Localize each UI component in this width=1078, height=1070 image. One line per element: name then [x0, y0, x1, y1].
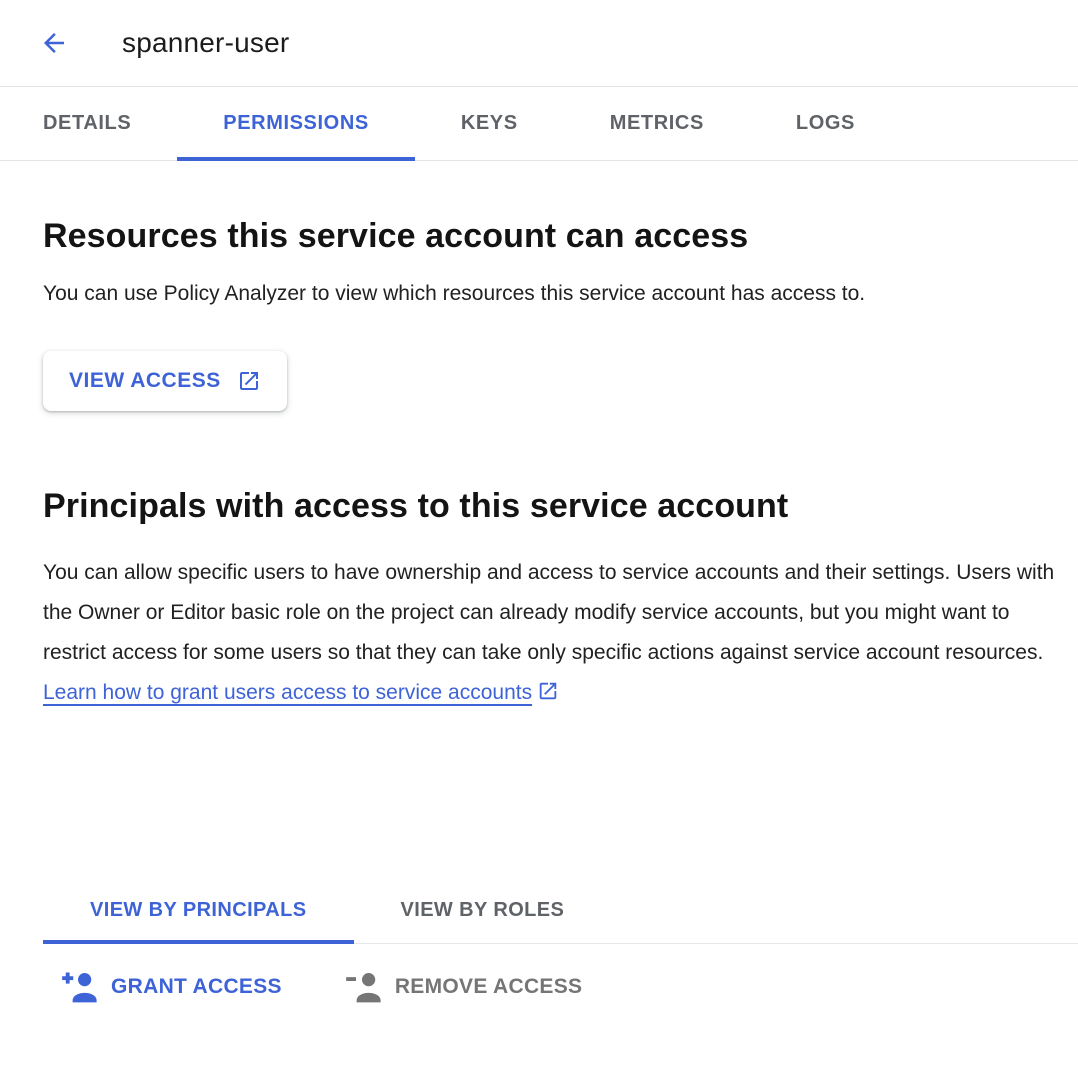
- principals-description: You can allow specific users to have own…: [43, 553, 1064, 713]
- principals-description-text: You can allow specific users to have own…: [43, 561, 1054, 664]
- open-in-new-icon: [532, 681, 559, 704]
- view-access-button[interactable]: VIEW ACCESS: [43, 351, 287, 411]
- learn-grant-access-link[interactable]: Learn how to grant users access to servi…: [43, 681, 532, 704]
- person-add-icon: [60, 970, 100, 1004]
- subtab-view-by-roles[interactable]: VIEW BY ROLES: [354, 877, 612, 943]
- main-tab-bar: DETAILS PERMISSIONS KEYS METRICS LOGS: [0, 86, 1078, 161]
- principals-section: Principals with access to this service a…: [43, 487, 1064, 713]
- grant-access-button[interactable]: GRANT ACCESS: [60, 970, 282, 1004]
- grant-access-label: GRANT ACCESS: [111, 975, 282, 999]
- resources-section: Resources this service account can acces…: [43, 217, 1064, 411]
- page-title: spanner-user: [122, 27, 289, 59]
- tab-permissions-label: PERMISSIONS: [223, 112, 369, 135]
- tab-keys[interactable]: KEYS: [415, 87, 564, 160]
- tab-permissions[interactable]: PERMISSIONS: [177, 87, 415, 160]
- subtab-view-by-roles-label: VIEW BY ROLES: [401, 899, 565, 922]
- tab-keys-label: KEYS: [461, 112, 518, 135]
- back-button[interactable]: [38, 27, 70, 59]
- subtab-view-by-principals[interactable]: VIEW BY PRINCIPALS: [43, 877, 354, 943]
- view-access-row: VIEW ACCESS: [43, 351, 1064, 411]
- resources-description: You can use Policy Analyzer to view whic…: [43, 281, 1064, 307]
- tab-metrics[interactable]: METRICS: [564, 87, 750, 160]
- remove-access-button[interactable]: REMOVE ACCESS: [344, 970, 583, 1004]
- tab-details[interactable]: DETAILS: [0, 87, 177, 160]
- page-header: spanner-user: [0, 0, 1078, 86]
- resources-heading: Resources this service account can acces…: [43, 217, 1064, 255]
- tab-details-label: DETAILS: [43, 112, 131, 135]
- main-content: Resources this service account can acces…: [0, 217, 1078, 1004]
- subtab-view-by-principals-label: VIEW BY PRINCIPALS: [90, 899, 307, 922]
- view-access-label: VIEW ACCESS: [69, 369, 221, 393]
- open-in-new-icon: [237, 369, 261, 393]
- back-arrow-icon: [39, 28, 69, 58]
- principals-heading: Principals with access to this service a…: [43, 487, 1064, 525]
- person-remove-icon: [344, 970, 384, 1004]
- tab-logs-label: LOGS: [796, 112, 855, 135]
- remove-access-label: REMOVE ACCESS: [395, 975, 583, 999]
- view-mode-tab-bar: VIEW BY PRINCIPALS VIEW BY ROLES: [43, 877, 1078, 944]
- tab-metrics-label: METRICS: [610, 112, 704, 135]
- access-toolbar: GRANT ACCESS REMOVE ACCESS: [43, 970, 1064, 1004]
- tab-logs[interactable]: LOGS: [750, 87, 901, 160]
